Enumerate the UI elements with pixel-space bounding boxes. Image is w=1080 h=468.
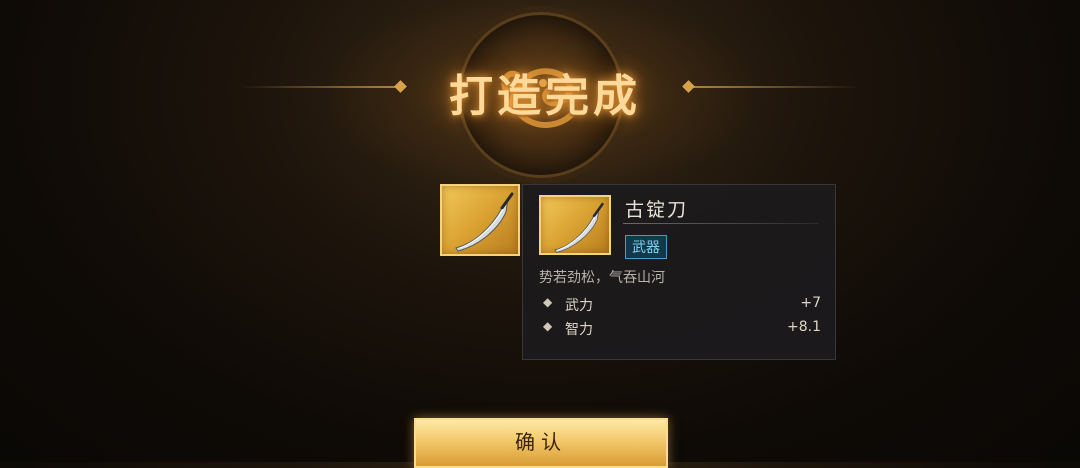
stat-value: +7: [800, 295, 821, 311]
tooltip-item-slot: [539, 195, 611, 255]
bullet-icon: ◆: [543, 295, 553, 309]
item-tooltip: 古锭刀 武器 势若劲松，气吞山河 ◆ 武力 +7 ◆ 智力 +8.1: [522, 184, 836, 360]
stat-label: 武力: [565, 298, 593, 314]
stat-value: +8.1: [787, 319, 821, 335]
crafted-item-slot[interactable]: [440, 184, 520, 256]
curved-sword-icon: [455, 192, 514, 252]
stat-row: ◆ 智力 +8.1: [539, 319, 821, 339]
stat-label: 智力: [565, 322, 593, 338]
bullet-icon: ◆: [543, 319, 553, 333]
curved-sword-icon: [554, 202, 604, 253]
page-title: 打造完成: [449, 71, 641, 122]
confirm-button[interactable]: 确认: [414, 418, 668, 468]
item-name: 古锭刀: [625, 199, 689, 221]
name-divider: [623, 223, 819, 224]
item-type-badge: 武器: [625, 235, 667, 259]
item-description: 势若劲松，气吞山河: [539, 270, 665, 286]
stat-row: ◆ 武力 +7: [539, 295, 821, 315]
title-divider-right: [690, 86, 860, 88]
title-divider-left: [240, 86, 400, 88]
